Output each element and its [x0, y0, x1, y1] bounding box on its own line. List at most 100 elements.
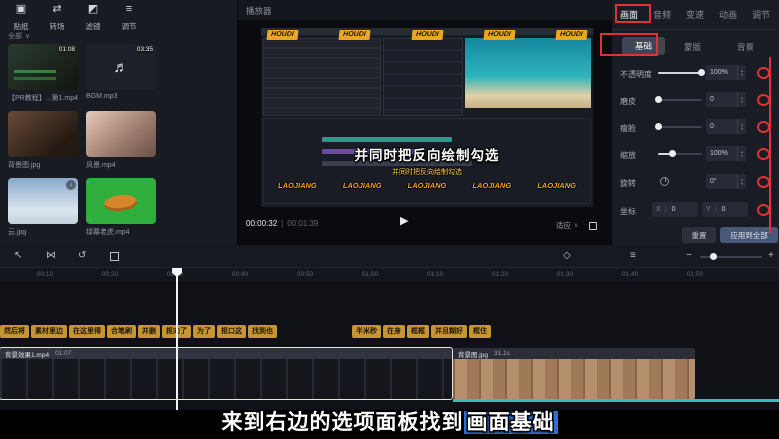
ruler-label: 00:10: [37, 271, 53, 278]
zoom-in-icon[interactable]: +: [768, 250, 774, 261]
media-item-pr-video[interactable]: 01:08 【PR教程】...第1.mp4: [8, 44, 78, 103]
stepper-arrows[interactable]: ▴ ▾: [737, 174, 746, 189]
text-clip[interactable]: 半米秒: [352, 325, 381, 338]
opacity-slider[interactable]: [658, 72, 702, 74]
text-clip[interactable]: 在身: [383, 325, 405, 338]
stepper-down-icon[interactable]: ▾: [741, 127, 743, 131]
preview-app-panel-left: [263, 38, 381, 116]
mirror-icon[interactable]: ⋈: [46, 250, 56, 261]
property-row-slim-face: 瘦脸 0 ▴ ▾: [612, 119, 779, 135]
text-clip[interactable]: 为了: [193, 325, 215, 338]
media-filter-dropdown[interactable]: 全部 ∨: [8, 31, 30, 41]
video-clip-background-image[interactable]: 背景图.jpg 31.1s: [453, 348, 695, 399]
slider-thumb[interactable]: [655, 123, 662, 130]
stepper-down-icon[interactable]: ▾: [741, 182, 743, 186]
media-thumbnail: ↓: [8, 178, 78, 224]
stepper-arrows[interactable]: ▴ ▾: [737, 119, 746, 134]
tab-adjust[interactable]: 调节: [752, 8, 770, 21]
subtab-mask[interactable]: 蒙版: [684, 41, 701, 53]
text-clip[interactable]: 并且糊好: [431, 325, 467, 338]
media-item-background-image[interactable]: 背景图.jpg: [8, 111, 78, 170]
timeline-ruler[interactable]: 00:10 00:20 00:30 00:40 00:50 01:00 01:1…: [0, 268, 779, 281]
tab-speed[interactable]: 变速: [686, 8, 704, 21]
axis-value: 0: [666, 206, 676, 213]
text-clip[interactable]: 并删: [138, 325, 160, 338]
slim-face-slider[interactable]: [658, 126, 702, 128]
text-clip[interactable]: 框框: [407, 325, 429, 338]
text-clip[interactable]: 在这里得: [69, 325, 105, 338]
slider-thumb[interactable]: [655, 96, 662, 103]
text-clip[interactable]: 找到也: [248, 325, 277, 338]
clip-filmstrip: [0, 359, 452, 399]
smooth-skin-value-box[interactable]: 0 ▴ ▾: [706, 92, 746, 107]
rotate-value-box[interactable]: 0° ▴ ▾: [706, 174, 746, 189]
media-item-scenery-video[interactable]: 风景.mp4: [86, 111, 156, 170]
annotation-circle: [757, 176, 770, 188]
slim-face-value-box[interactable]: 0 ▴ ▾: [706, 119, 746, 134]
zoom-slider-thumb[interactable]: [710, 253, 717, 260]
crop-icon[interactable]: [110, 250, 119, 264]
preview-app-panel-mid: [383, 38, 463, 116]
reset-button[interactable]: 重置: [682, 227, 716, 243]
media-item-greenscreen-tiger[interactable]: 绿幕老虎.mp4: [86, 178, 156, 237]
cursor-select-icon[interactable]: ↖: [14, 250, 22, 261]
slider-thumb[interactable]: [669, 150, 676, 157]
stepper-down-icon[interactable]: ▾: [741, 73, 743, 77]
keyframe-icon[interactable]: ◇: [563, 250, 571, 261]
stepper-arrows[interactable]: ▴ ▾: [737, 65, 746, 80]
property-label: 缩放: [620, 150, 636, 161]
play-button[interactable]: ▶: [400, 214, 408, 227]
text-clip[interactable]: 抠口这: [217, 325, 246, 338]
total-time: 00:01:39: [287, 219, 318, 228]
stepper-down-icon[interactable]: ▾: [741, 100, 743, 104]
subtitle-text: 来到右边的选项面板找到: [222, 411, 464, 434]
scale-slider[interactable]: [658, 153, 702, 155]
coordinate-y-field[interactable]: Y 0: [702, 202, 748, 217]
track-options-icon[interactable]: ≡: [630, 250, 636, 261]
watermark-text: LAOJIANG: [472, 181, 511, 190]
clip-name: 背景效果1.mp4: [5, 349, 49, 359]
toolbar-item-adjust[interactable]: ≡ 调节: [114, 3, 144, 34]
stepper-arrows[interactable]: ▴ ▾: [737, 146, 746, 161]
fit-label: 适应: [556, 220, 571, 231]
video-caption-main: 并同时把反向绘制勾选: [261, 144, 593, 164]
toolbar-label: 贴纸: [14, 22, 29, 31]
rotate-icon[interactable]: ↺: [78, 250, 86, 261]
text-clip[interactable]: 然后将: [0, 325, 29, 338]
media-item-cloud-image[interactable]: ↓ 云.jpg: [8, 178, 78, 237]
tab-animation[interactable]: 动画: [719, 8, 737, 21]
ruler-label: 01:20: [492, 271, 508, 278]
timeline-zoom-slider[interactable]: [700, 256, 762, 258]
text-clip[interactable]: 框住: [469, 325, 491, 338]
slider-thumb[interactable]: [698, 69, 705, 76]
toolbar-item-transition[interactable]: ⇄ 转场: [42, 3, 72, 34]
opacity-value-box[interactable]: 100% ▴ ▾: [706, 65, 746, 80]
ruler-label: 01:00: [362, 271, 378, 278]
subtab-basic[interactable]: 基础: [622, 37, 665, 55]
text-clip[interactable]: 素材里边: [31, 325, 67, 338]
stepper-down-icon[interactable]: ▾: [741, 154, 743, 158]
subtab-background[interactable]: 背景: [737, 41, 754, 53]
video-clip-background-effect[interactable]: 背景效果1.mp4 01:07: [0, 348, 452, 399]
tab-audio[interactable]: 音频: [653, 8, 671, 21]
toolbar-item-filter[interactable]: ◩ 滤镜: [78, 3, 108, 34]
subtitle-highlighted-text: 画面基础: [464, 411, 558, 434]
text-clip[interactable]: 合笔刷: [107, 325, 136, 338]
tab-picture[interactable]: 画面: [620, 8, 638, 21]
stepper-arrows[interactable]: ▴ ▾: [737, 92, 746, 107]
tiger-image: [103, 193, 138, 213]
coordinate-x-field[interactable]: X 0: [652, 202, 698, 217]
toolbar-item-sticker[interactable]: ▣ 贴纸: [6, 3, 36, 34]
scale-value-box[interactable]: 100% ▴ ▾: [706, 146, 746, 161]
fullscreen-icon[interactable]: [589, 222, 597, 230]
value-text: 100%: [706, 69, 737, 76]
fit-dropdown[interactable]: 适应 ∨: [556, 220, 597, 231]
audio-track-strip[interactable]: [453, 399, 779, 402]
smooth-skin-slider[interactable]: [658, 99, 702, 101]
filter-icon: ◩: [78, 3, 108, 16]
timeline-panel: ↖ ⋈ ↺ ◇ ≡ − + 00:10 00:20 00:30 00:40 00…: [0, 245, 779, 410]
zoom-out-icon[interactable]: −: [686, 250, 692, 261]
media-item-bgm-audio[interactable]: ♬ 03:35 BGM.mp3: [86, 44, 156, 100]
video-editor-app: ▣ 贴纸 ⇄ 转场 ◩ 滤镜 ≡ 调节 全部 ∨ 01:08: [0, 0, 779, 439]
rotate-dial-icon[interactable]: [660, 177, 669, 186]
